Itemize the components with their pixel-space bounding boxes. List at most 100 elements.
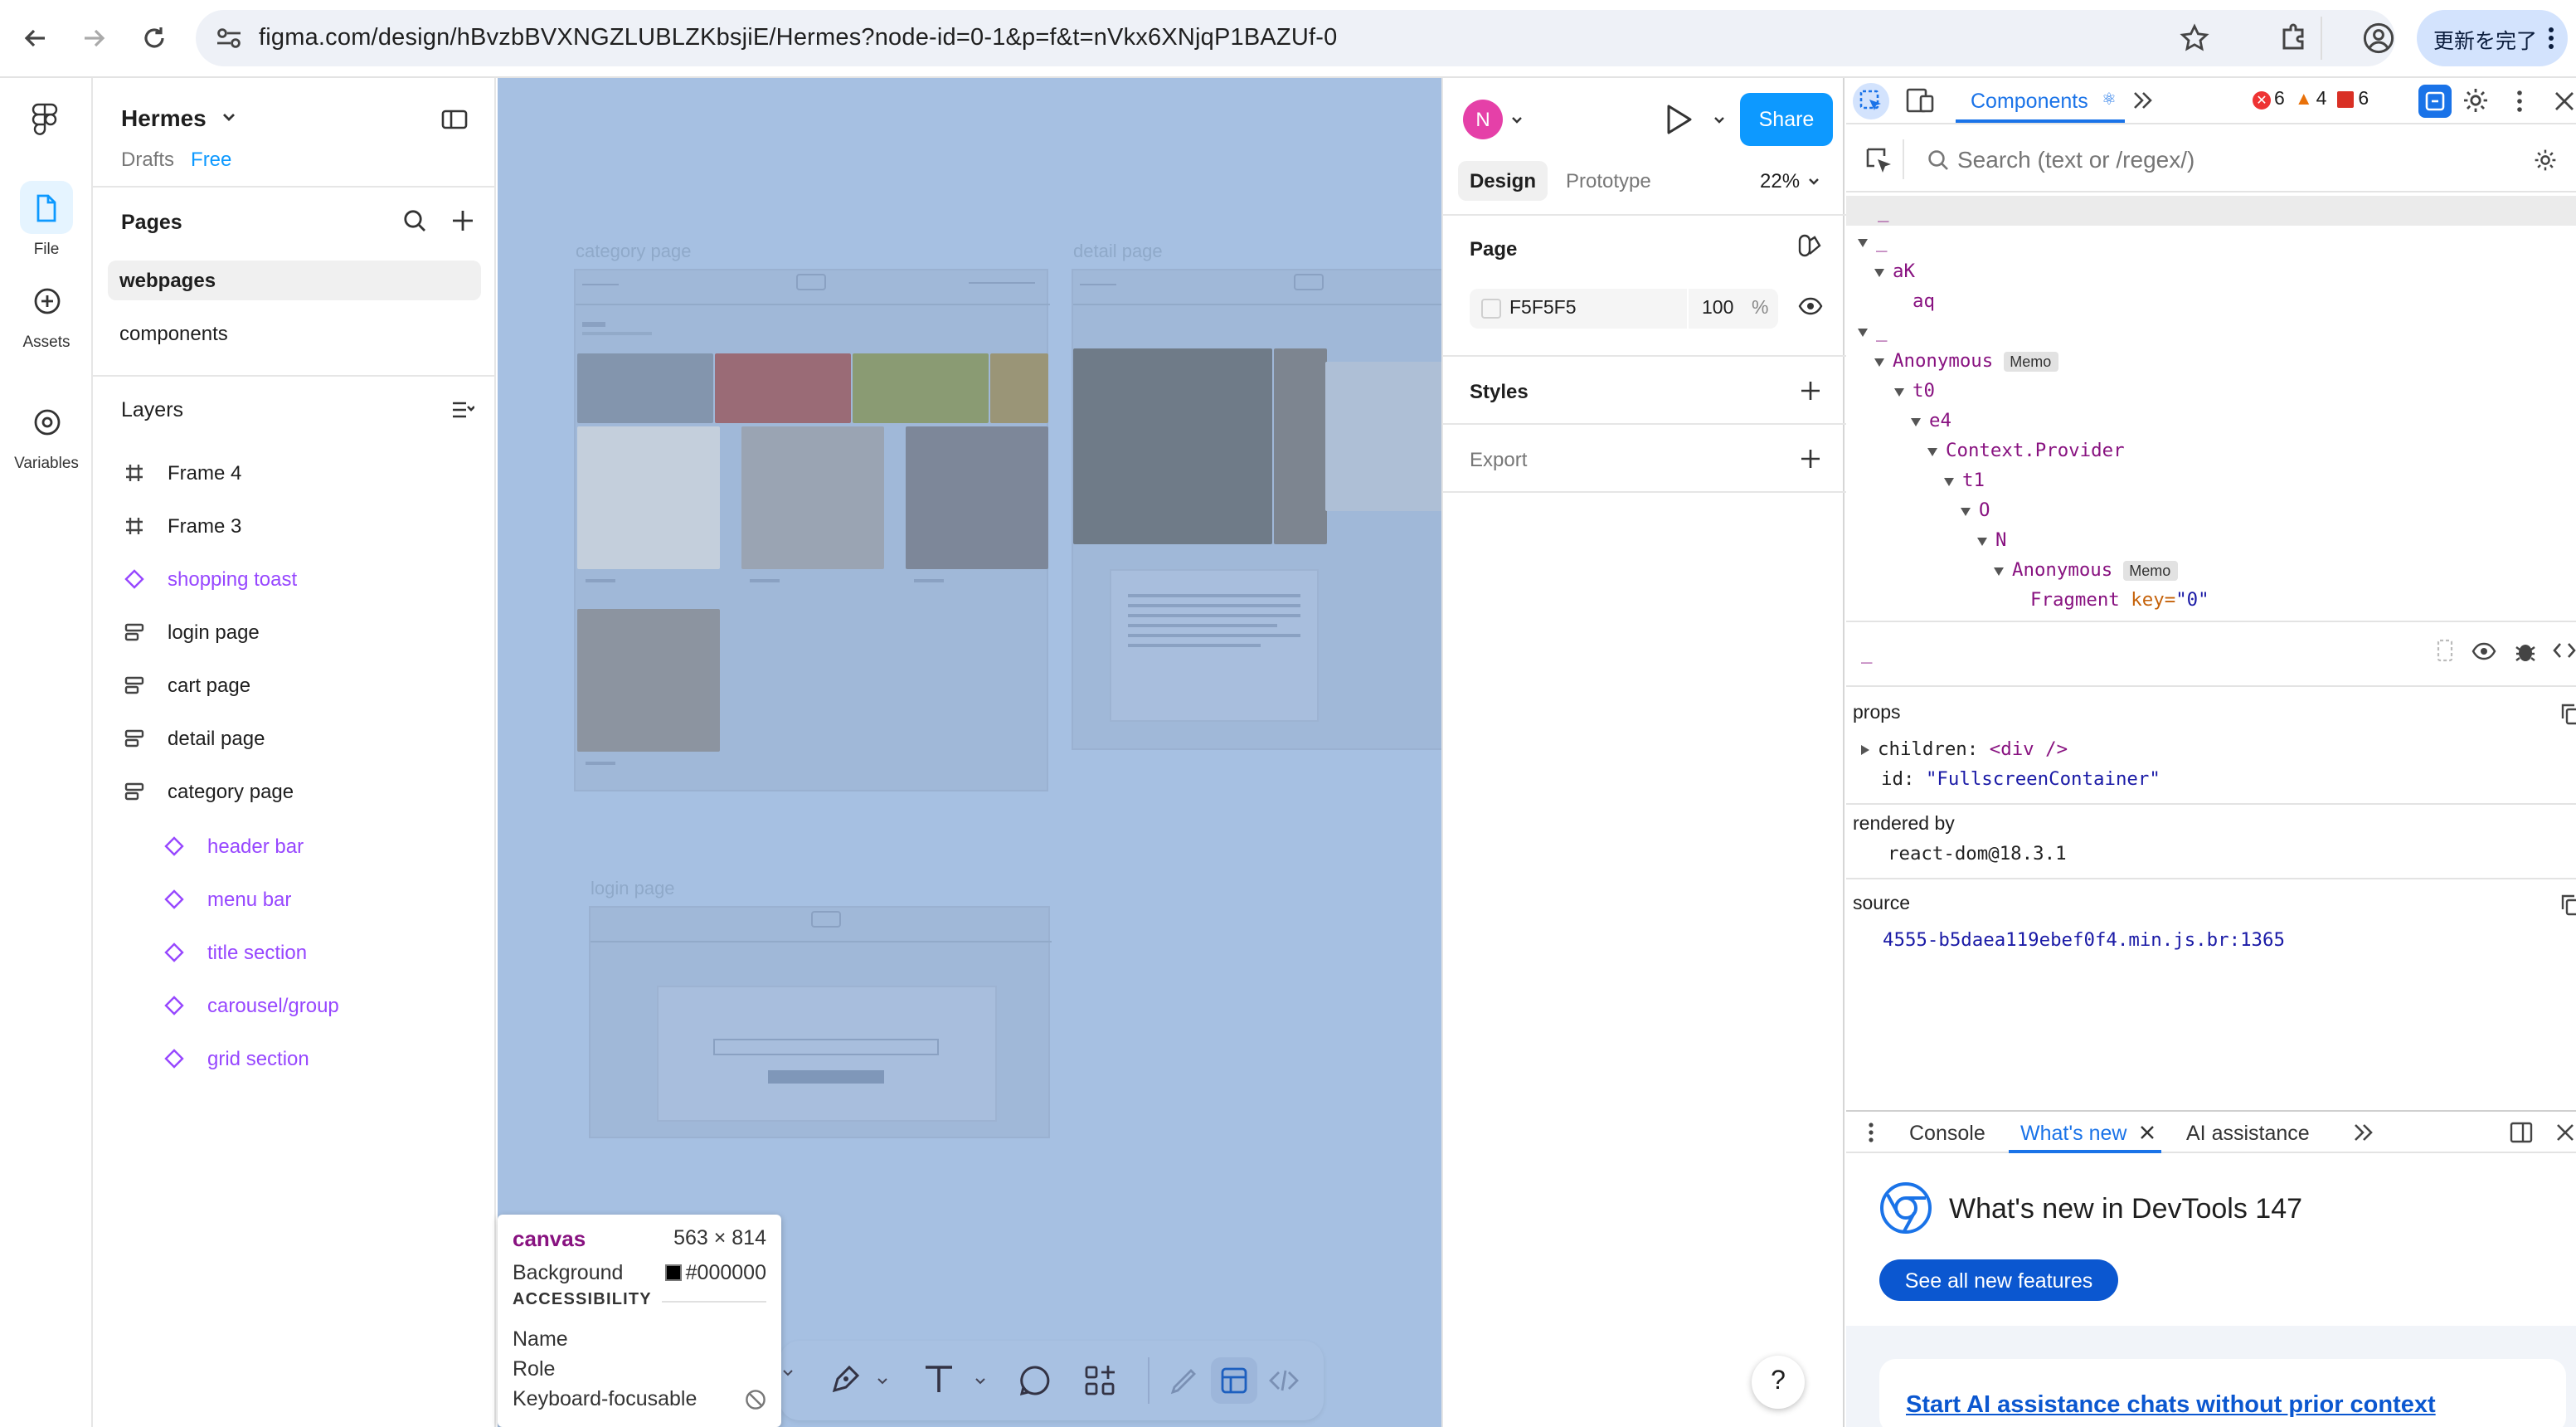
toggle-sidebar-icon[interactable] xyxy=(441,110,468,129)
frame-label-category[interactable]: category page xyxy=(576,242,691,262)
layer-row[interactable]: detail page xyxy=(108,717,481,760)
bg-hex-value[interactable]: F5F5F5 xyxy=(1509,299,1577,319)
present-play-icon[interactable] xyxy=(1664,103,1694,136)
bug-icon[interactable] xyxy=(2515,639,2536,664)
expand-triangle-icon[interactable] xyxy=(1911,417,1921,426)
address-bar[interactable]: figma.com/design/hBvzbBVXNGZLUBLZKbsjiE/… xyxy=(196,10,2395,66)
view-source-icon[interactable] xyxy=(2553,640,2576,660)
share-button[interactable]: Share xyxy=(1740,93,1833,146)
react-devtools-icon[interactable] xyxy=(2418,85,2452,118)
expand-triangle-icon[interactable] xyxy=(1944,477,1954,485)
warning-count[interactable]: 4 xyxy=(2316,90,2327,110)
update-button[interactable]: 更新を完了 xyxy=(2417,10,2568,66)
layer-row[interactable]: Frame 4 xyxy=(108,451,481,494)
bookmark-star-icon[interactable] xyxy=(2180,23,2209,53)
tree-node[interactable]: Anonymous Memo xyxy=(1994,559,2178,581)
select-element-icon[interactable] xyxy=(1866,148,1893,174)
tree-node[interactable]: N xyxy=(1977,529,2007,551)
layer-row[interactable]: grid section xyxy=(108,1037,481,1080)
expand-triangle-icon[interactable] xyxy=(1858,238,1868,246)
pen-chevron-icon[interactable] xyxy=(877,1377,887,1386)
rail-variables[interactable]: Variables xyxy=(0,395,93,473)
prop-id[interactable]: id: "FullscreenContainer" xyxy=(1881,768,2160,790)
see-all-features-button[interactable]: See all new features xyxy=(1879,1259,2118,1301)
drawer-menu-icon[interactable] xyxy=(1868,1122,1874,1143)
rail-assets[interactable]: Assets xyxy=(0,274,93,352)
detail-page-frame[interactable] xyxy=(1072,269,1441,750)
comment-tool-icon[interactable] xyxy=(1018,1364,1052,1397)
tree-node[interactable]: aK xyxy=(1874,261,1915,282)
figma-menu-icon[interactable] xyxy=(28,101,61,138)
ai-assistance-link[interactable]: Start AI assistance chats without prior … xyxy=(1906,1392,2436,1419)
expand-triangle-icon[interactable] xyxy=(1994,567,2004,575)
back-icon[interactable] xyxy=(17,20,53,56)
profile-icon[interactable] xyxy=(2362,22,2395,55)
layer-row[interactable]: category page xyxy=(108,770,481,813)
layer-row[interactable]: menu bar xyxy=(108,878,481,921)
tab-design[interactable]: Design xyxy=(1458,161,1548,201)
expand-triangle-icon[interactable] xyxy=(1861,745,1869,755)
error-count[interactable]: 6 xyxy=(2274,90,2285,110)
bg-opacity-value[interactable]: 100 xyxy=(1702,299,1733,319)
add-style-icon[interactable] xyxy=(1800,380,1821,402)
expand-triangle-icon[interactable] xyxy=(1874,358,1884,366)
expand-triangle-icon[interactable] xyxy=(1894,387,1904,396)
device-toggle-icon[interactable] xyxy=(1906,88,1934,113)
draw-mode-icon[interactable] xyxy=(1168,1364,1201,1397)
inspect-eye-icon[interactable] xyxy=(2472,642,2496,660)
settings-gear-icon[interactable] xyxy=(2462,86,2490,114)
tree-node[interactable]: t1 xyxy=(1944,470,1985,491)
prop-children[interactable]: children: <div /> xyxy=(1861,738,2068,760)
layer-row[interactable]: cart page xyxy=(108,664,481,707)
component-search-input[interactable] xyxy=(1957,141,2505,178)
layer-row[interactable]: title section xyxy=(108,931,481,974)
tree-row-selected[interactable] xyxy=(1846,196,2576,226)
search-pages-icon[interactable] xyxy=(403,209,426,232)
more-drawer-tabs-icon[interactable] xyxy=(2354,1123,2374,1142)
expand-triangle-icon[interactable] xyxy=(1977,537,1987,545)
dock-side-icon[interactable] xyxy=(2510,1122,2533,1143)
text-tool-icon[interactable] xyxy=(922,1362,955,1395)
extensions-icon[interactable] xyxy=(2277,22,2311,55)
dev-mode-icon[interactable] xyxy=(1267,1364,1300,1397)
add-page-icon[interactable] xyxy=(451,209,474,232)
file-name-menu[interactable]: Hermes xyxy=(121,105,236,131)
more-tabs-icon[interactable] xyxy=(2133,91,2153,110)
category-page-frame[interactable] xyxy=(574,269,1050,791)
suspend-icon[interactable] xyxy=(2437,639,2453,662)
login-page-frame[interactable] xyxy=(589,906,1052,1138)
tree-node[interactable]: _ xyxy=(1858,231,1888,252)
layer-row[interactable]: carousel/group xyxy=(108,984,481,1027)
bg-color-swatch[interactable] xyxy=(1481,299,1501,319)
layer-row[interactable]: header bar xyxy=(108,825,481,868)
layer-row[interactable]: Frame 3 xyxy=(108,504,481,548)
tab-prototype[interactable]: Prototype xyxy=(1566,169,1651,192)
reload-icon[interactable] xyxy=(136,20,173,56)
drawer-tab-whats-new[interactable]: What's new xyxy=(2020,1122,2126,1145)
close-tab-icon[interactable] xyxy=(2140,1125,2155,1140)
avatar-chevron-icon[interactable] xyxy=(1511,116,1523,124)
plan-badge[interactable]: Free xyxy=(191,148,231,171)
layer-row[interactable]: login page xyxy=(108,611,481,654)
help-button[interactable]: ? xyxy=(1752,1356,1805,1409)
frame-label-detail[interactable]: detail page xyxy=(1073,242,1163,262)
tree-node[interactable]: _ xyxy=(1858,320,1888,342)
tab-components[interactable]: Components xyxy=(1971,90,2088,113)
drafts-link[interactable]: Drafts xyxy=(121,148,174,171)
source-link[interactable]: 4555-b5daea119ebef0f4.min.js.br:1365 xyxy=(1883,929,2285,951)
rail-file[interactable]: File xyxy=(0,181,93,259)
avatar[interactable]: N xyxy=(1463,100,1503,139)
pen-tool-icon[interactable] xyxy=(828,1361,864,1397)
expand-triangle-icon[interactable] xyxy=(1927,447,1937,455)
page-item-components[interactable]: components xyxy=(108,314,481,353)
copy-props-icon[interactable] xyxy=(2561,704,2576,725)
expand-triangle-icon[interactable] xyxy=(1961,507,1971,515)
page-background-field[interactable]: F5F5F5 100 % xyxy=(1470,289,1778,329)
page-item-webpages[interactable]: webpages xyxy=(108,261,481,300)
present-chevron-icon[interactable] xyxy=(1713,116,1725,124)
tree-node[interactable]: t0 xyxy=(1894,380,1935,402)
drawer-tab-console[interactable]: Console xyxy=(1909,1122,1985,1145)
frame-label-login[interactable]: login page xyxy=(591,879,675,899)
close-drawer-icon[interactable] xyxy=(2556,1123,2574,1142)
tree-node[interactable]: aq xyxy=(1913,290,1935,312)
